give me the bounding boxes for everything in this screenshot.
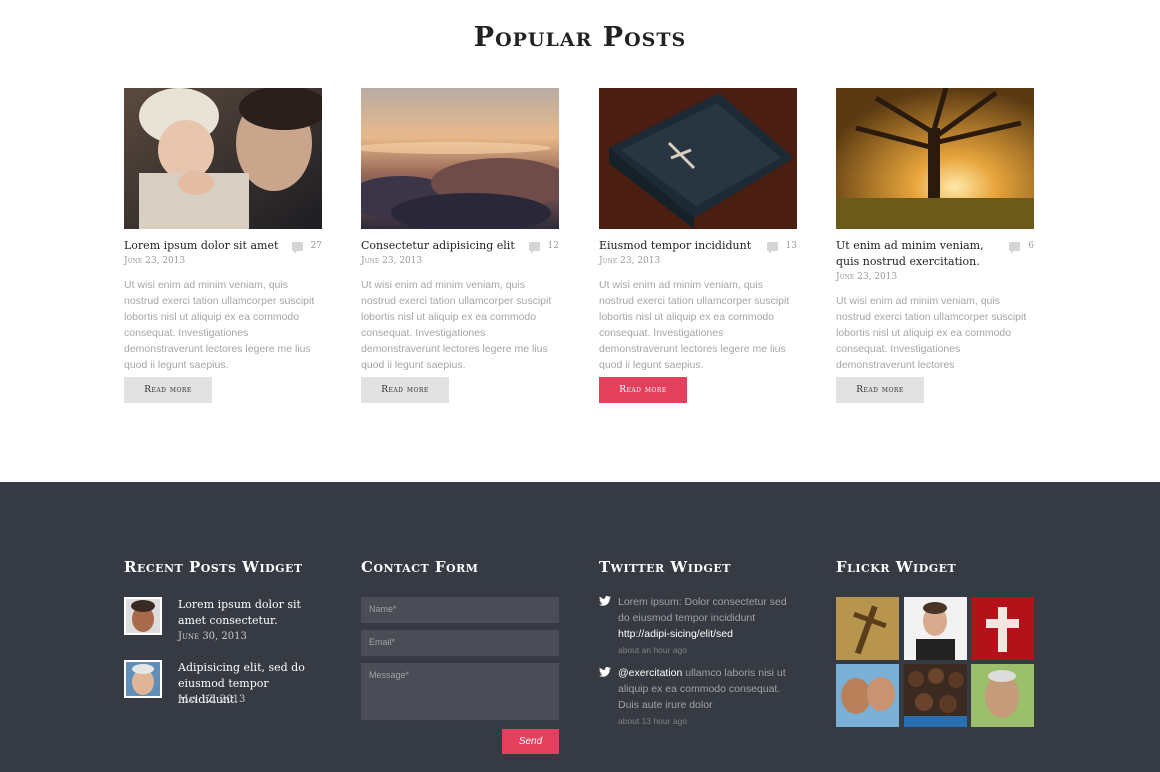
flickr-photo-crowd[interactable] (903, 664, 967, 727)
post-card: Ut enim ad minim veniam, quis nostrud ex… (836, 88, 1034, 373)
post-title[interactable]: Eiusmod tempor incididunt (599, 238, 764, 254)
twitter-widget-title: Twitter Widget (599, 558, 731, 576)
comment-count[interactable]: 12 (528, 241, 559, 254)
tweet-link[interactable]: http://adipi-sicing/elit/sed (618, 628, 733, 640)
post-date: June 23, 2013 (361, 256, 423, 266)
post-thumbnail-bible[interactable] (599, 88, 797, 229)
post-title[interactable]: Ut enim ad minim veniam, quis nostrud ex… (836, 238, 1001, 270)
send-button[interactable]: Send (502, 729, 559, 754)
avatar[interactable] (124, 597, 162, 635)
flickr-gallery (836, 597, 1034, 727)
twitter-icon (599, 667, 611, 677)
flickr-photo-children[interactable] (836, 664, 899, 727)
post-thumbnail-tree[interactable] (836, 88, 1034, 229)
post-card: Consectetur adipisicing elit 12 June 23,… (361, 88, 559, 373)
email-field[interactable]: Email* (361, 630, 559, 656)
comment-icon (1009, 241, 1021, 254)
read-more-button[interactable]: Read more (599, 377, 687, 403)
comment-count[interactable]: 27 (291, 241, 322, 254)
post-excerpt: Ut wisi enim ad minim veniam, quis nostr… (124, 279, 315, 371)
popular-posts-section: Popular Posts Lorem ipsum dolor sit amet (0, 0, 1160, 482)
read-more-button[interactable]: Read more (361, 377, 449, 403)
flickr-photo-red-cross[interactable] (971, 597, 1034, 660)
post-date: June 23, 2013 (599, 256, 661, 266)
tweet-time: about 13 hour ago (618, 716, 688, 726)
avatar[interactable] (124, 660, 162, 698)
flickr-photo-cross[interactable] (836, 597, 899, 660)
tweet-time: about an hour ago (618, 645, 688, 655)
post-card: Eiusmod tempor incididunt 13 June 23, 20… (599, 88, 797, 373)
post-excerpt: Ut wisi enim ad minim veniam, quis nostr… (361, 279, 552, 371)
comment-icon (291, 241, 303, 254)
twitter-icon (599, 596, 611, 606)
post-excerpt: Ut wisi enim ad minim veniam, quis nostr… (599, 279, 790, 371)
post-thumbnail-clouds[interactable] (361, 88, 559, 229)
recent-posts-widget-title: Recent Posts Widget (124, 558, 303, 576)
recent-post-date: June 30, 2013 (178, 631, 247, 642)
post-date: June 23, 2013 (124, 256, 186, 266)
read-more-button[interactable]: Read more (836, 377, 924, 403)
post-card: Lorem ipsum dolor sit amet 27 June 23, 2… (124, 88, 322, 373)
tweet-text: Lorem ipsum: Dolor consectetur sed do ei… (618, 596, 787, 624)
post-date: June 23, 2013 (836, 272, 898, 282)
comment-count[interactable]: 13 (766, 241, 797, 254)
section-title: Popular Posts (473, 22, 687, 53)
comment-icon (528, 241, 540, 254)
flickr-photo-man[interactable] (903, 597, 967, 660)
footer: Recent Posts Widget Lorem ipsum dolor si… (0, 482, 1160, 772)
comment-icon (766, 241, 778, 254)
flickr-photo-old-man[interactable] (971, 664, 1034, 727)
contact-form-title: Contact Form (361, 558, 479, 576)
tweet: @exercitation ullamco laboris nisi ut al… (599, 665, 799, 726)
tweet-mention[interactable]: @exercitation (618, 667, 682, 679)
read-more-button[interactable]: Read more (124, 377, 212, 403)
name-field[interactable]: Name* (361, 597, 559, 623)
post-title[interactable]: Lorem ipsum dolor sit amet (124, 238, 289, 254)
comment-count[interactable]: 6 (1009, 241, 1034, 254)
message-field[interactable]: Message* (361, 663, 559, 720)
post-title[interactable]: Consectetur adipisicing elit (361, 238, 526, 254)
recent-post-date: May 12, 2013 (178, 694, 246, 705)
post-thumbnail-mother-baby[interactable] (124, 88, 322, 229)
tweet: Lorem ipsum: Dolor consectetur sed do ei… (599, 594, 799, 655)
recent-post-title[interactable]: Lorem ipsum dolor sit amet consectetur. (178, 597, 328, 629)
flickr-widget-title: Flickr Widget (836, 558, 957, 576)
post-excerpt: Ut wisi enim ad minim veniam, quis nostr… (836, 295, 1027, 371)
